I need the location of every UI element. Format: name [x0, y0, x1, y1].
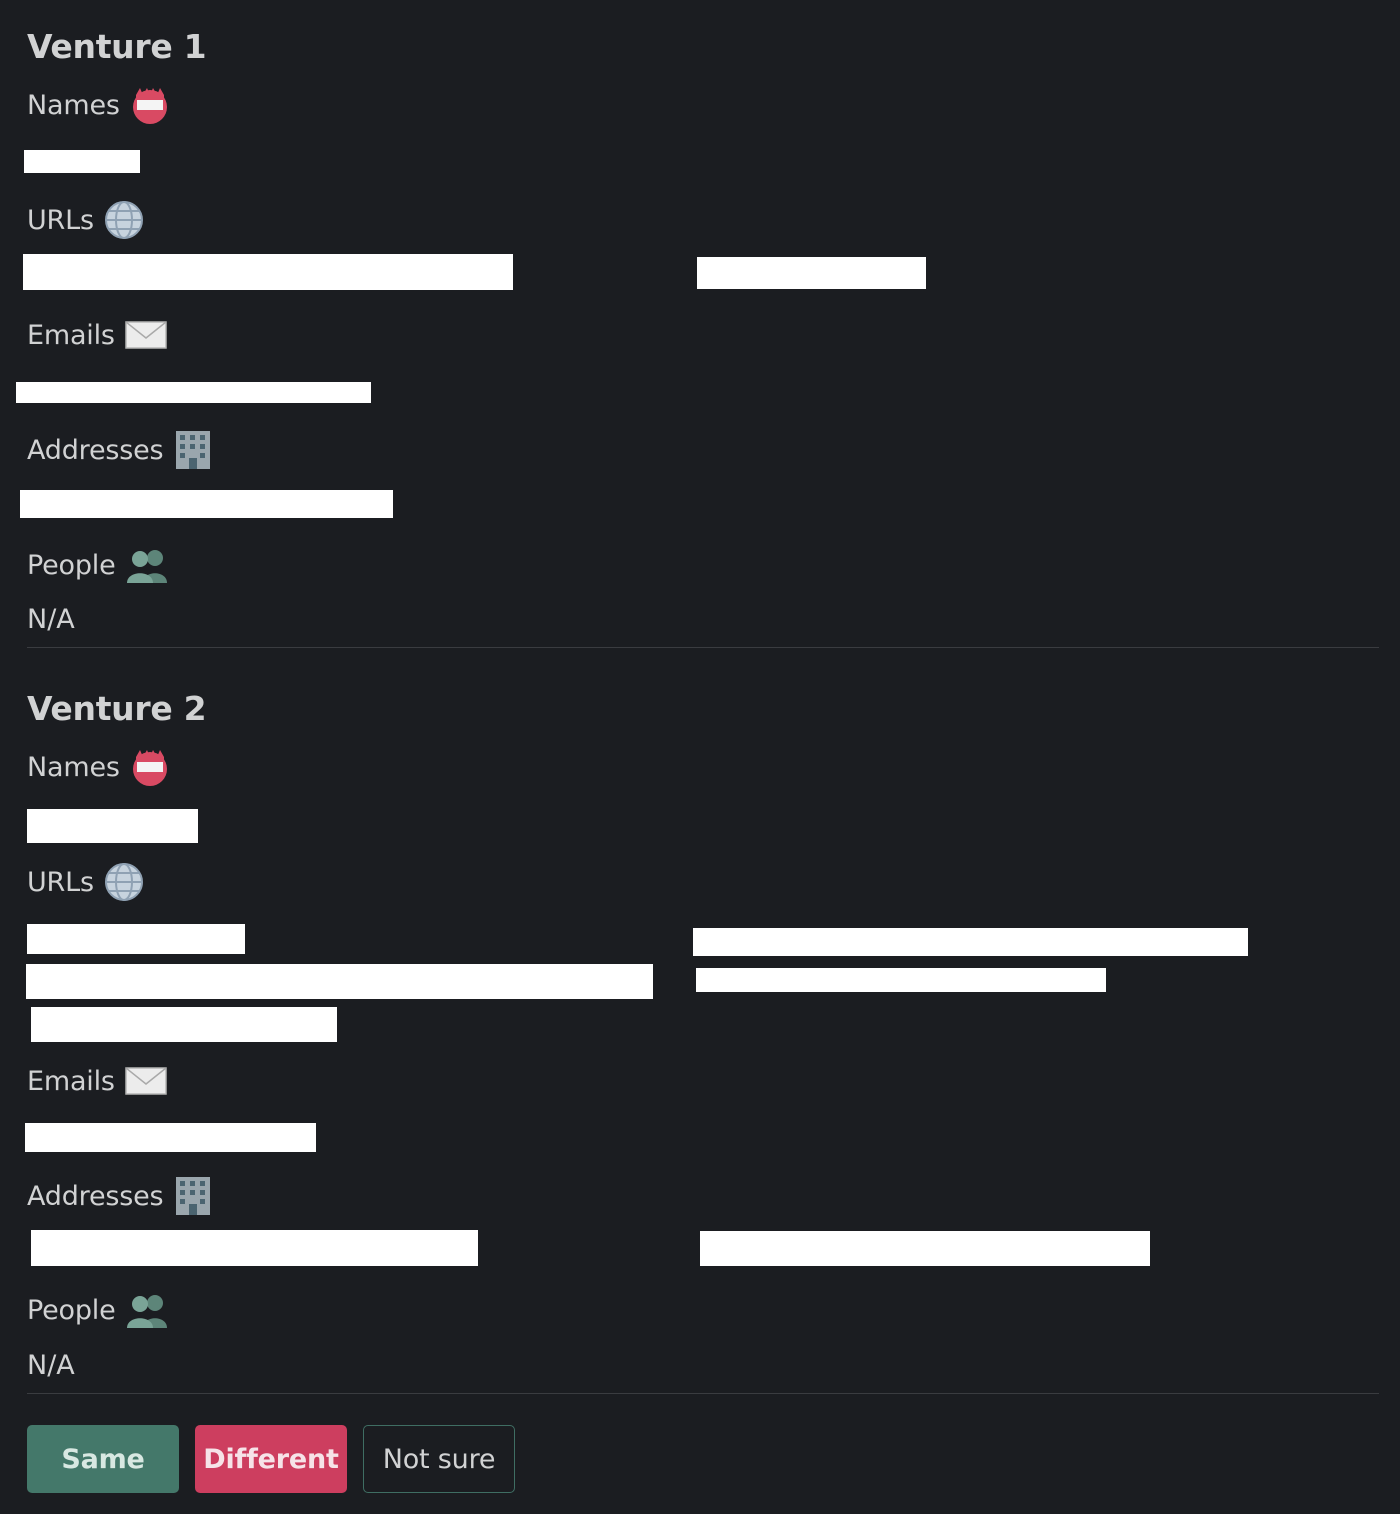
venture-2-name-redacted	[27, 809, 198, 843]
name-badge-icon	[130, 85, 170, 125]
addresses-label-text: Addresses	[27, 1180, 164, 1212]
venture-2-address-2-redacted	[700, 1231, 1150, 1266]
urls-label-text: URLs	[27, 204, 94, 236]
venture-1-addresses-label: Addresses	[27, 430, 213, 470]
venture-1-url-2-redacted	[697, 257, 926, 289]
emails-label-text: Emails	[27, 319, 115, 351]
emails-label-text: Emails	[27, 1065, 115, 1097]
venture-2-email-redacted	[25, 1123, 316, 1152]
envelope-icon	[125, 315, 167, 355]
office-building-icon	[173, 430, 213, 470]
venture-1-title: Venture 1	[27, 27, 207, 66]
venture-1-names-label: Names	[27, 85, 170, 125]
people-label-text: People	[27, 1294, 116, 1326]
office-building-icon	[173, 1176, 213, 1216]
name-badge-icon	[130, 747, 170, 787]
names-label-text: Names	[27, 89, 120, 121]
different-button[interactable]: Different	[195, 1425, 347, 1493]
venture-2-people-value: N/A	[27, 1350, 75, 1381]
envelope-icon	[125, 1061, 167, 1101]
not-sure-button[interactable]: Not sure	[363, 1425, 515, 1493]
venture-2-url-5-redacted	[31, 1007, 337, 1042]
venture-comparison-page: Venture 1 Names URLs Emails Addresses Pe…	[0, 0, 1400, 1514]
venture-2-url-1-redacted	[27, 924, 245, 954]
venture-1-name-redacted	[24, 150, 140, 173]
names-label-text: Names	[27, 751, 120, 783]
venture-2-address-1-redacted	[31, 1230, 478, 1266]
globe-icon	[104, 200, 144, 240]
venture-1-people-value: N/A	[27, 604, 75, 635]
venture-1-people-label: People	[27, 545, 167, 585]
venture-2-names-label: Names	[27, 747, 170, 787]
venture-1-url-1-redacted	[23, 254, 513, 290]
busts-in-silhouette-icon	[126, 545, 167, 585]
same-button[interactable]: Same	[27, 1425, 179, 1493]
venture-2-urls-label: URLs	[27, 862, 144, 902]
busts-in-silhouette-icon	[126, 1290, 167, 1330]
venture-2-url-4-redacted	[696, 968, 1106, 992]
venture-divider	[27, 647, 1379, 648]
venture-1-emails-label: Emails	[27, 315, 167, 355]
venture-2-addresses-label: Addresses	[27, 1176, 213, 1216]
venture-1-address-redacted	[20, 490, 393, 518]
venture-2-title: Venture 2	[27, 689, 207, 728]
urls-label-text: URLs	[27, 866, 94, 898]
venture-2-url-2-redacted	[693, 928, 1248, 956]
venture-1-email-redacted	[16, 382, 371, 403]
venture-2-people-label: People	[27, 1290, 167, 1330]
actions-divider	[27, 1393, 1379, 1394]
venture-2-emails-label: Emails	[27, 1061, 167, 1101]
globe-icon	[104, 862, 144, 902]
people-label-text: People	[27, 549, 116, 581]
addresses-label-text: Addresses	[27, 434, 164, 466]
venture-2-url-3-redacted	[26, 964, 653, 999]
venture-1-urls-label: URLs	[27, 200, 144, 240]
